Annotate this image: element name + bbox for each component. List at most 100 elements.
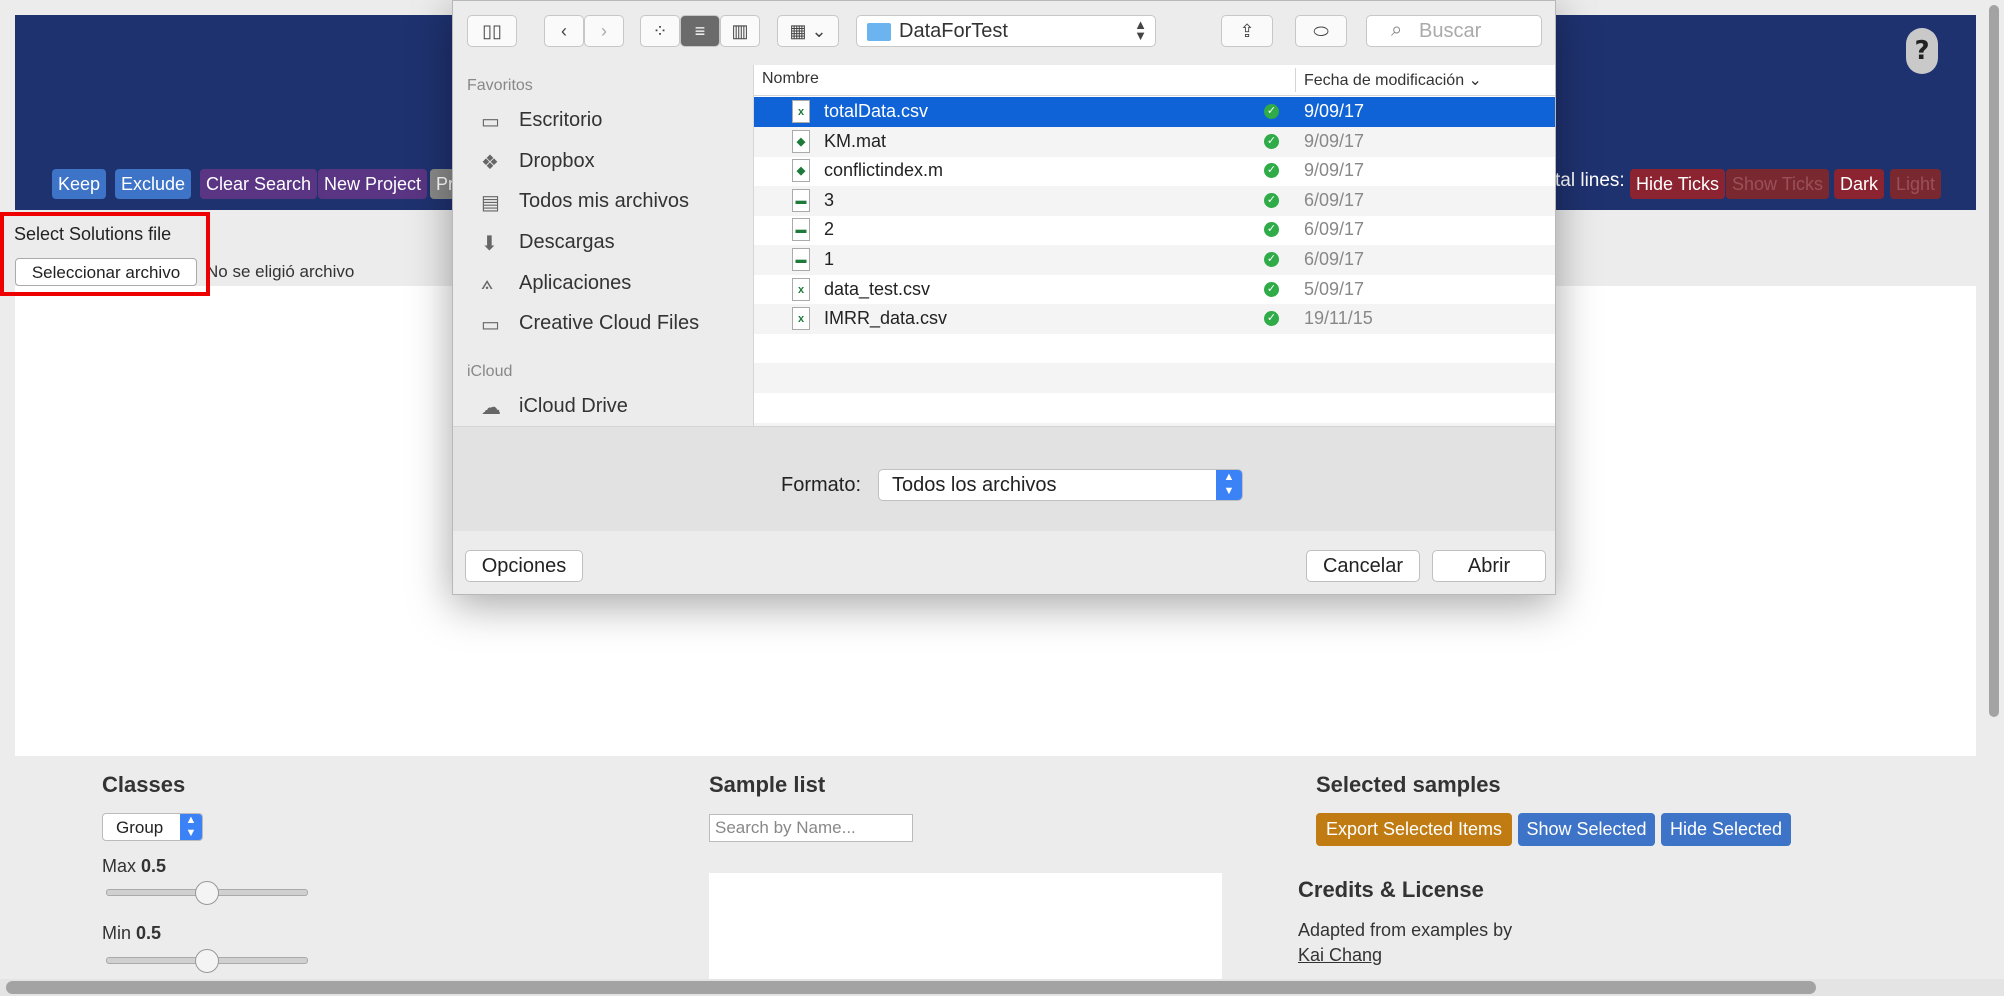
list-view-icon[interactable]: ≡: [680, 15, 720, 47]
max-value: 0.5: [141, 856, 167, 876]
forward-icon[interactable]: ›: [584, 15, 624, 47]
sample-list-box: [709, 873, 1222, 983]
synced-check-icon: ✓: [1264, 163, 1279, 179]
file-row[interactable]: x data_test.csv ✓ 5/09/17: [754, 275, 1555, 305]
favorites-header: Favoritos: [467, 77, 533, 94]
sidebar-item-icloud-drive[interactable]: ☁ iCloud Drive: [481, 395, 628, 425]
search-icon: ⌕: [1391, 19, 1403, 41]
empty-row: [754, 363, 1555, 394]
file-name: totalData.csv: [824, 101, 929, 121]
file-date: 9/09/17: [1304, 130, 1365, 151]
back-icon[interactable]: ‹: [544, 15, 584, 47]
select-arrows-icon: ▲ ▼: [180, 814, 202, 840]
column-name-header[interactable]: Nombre: [762, 70, 819, 88]
file-name: 3: [824, 189, 835, 210]
matlab-icon: ◆: [792, 129, 810, 153]
credits-text: Adapted from examples by: [1298, 920, 1513, 940]
group-select[interactable]: Group ▲ ▼: [102, 813, 203, 841]
light-button[interactable]: Light: [1890, 169, 1942, 199]
sidebar-toggle-icon[interactable]: ▯▯: [467, 15, 517, 47]
cloud-icon: ☁: [481, 397, 501, 419]
kai-chang-link[interactable]: Kai Chang: [1298, 945, 1382, 966]
all-files-icon: ▤: [481, 192, 500, 214]
format-select[interactable]: Todos los archivos ▲ ▼: [878, 469, 1243, 501]
synced-check-icon: ✓: [1264, 252, 1279, 267]
exclude-button[interactable]: Exclude: [115, 169, 192, 199]
help-button[interactable]: ?: [1906, 28, 1938, 74]
tag-icon[interactable]: ⬭: [1295, 15, 1347, 47]
sidebar-item-creative-cloud[interactable]: ▭ Creative Cloud Files: [481, 312, 699, 342]
path-label: DataForTest: [899, 20, 1008, 42]
sidebar-item-all-files[interactable]: ▤ Todos mis archivos: [481, 190, 689, 220]
file-row[interactable]: x totalData.csv ✓ 9/09/17: [754, 97, 1555, 127]
sample-search-input[interactable]: Search by Name...: [709, 814, 913, 842]
keep-button[interactable]: Keep: [52, 169, 107, 199]
show-selected-button[interactable]: Show Selected: [1518, 813, 1655, 846]
file-name: KM.mat: [824, 130, 887, 151]
synced-check-icon: ✓: [1264, 104, 1279, 119]
column-date-header[interactable]: Fecha de modificación ⌄: [1304, 70, 1482, 90]
options-button[interactable]: Opciones: [465, 550, 583, 582]
sidebar-item-desktop[interactable]: ▭ Escritorio: [481, 109, 602, 139]
synced-check-icon: ✓: [1264, 281, 1279, 297]
applications-icon: ⟑: [481, 272, 494, 294]
dark-button[interactable]: Dark: [1834, 169, 1885, 199]
min-slider-thumb[interactable]: [195, 949, 219, 973]
export-selected-button[interactable]: Export Selected Items: [1316, 813, 1512, 846]
clear-search-button[interactable]: Clear Search: [200, 169, 318, 199]
file-date: 5/09/17: [1304, 278, 1365, 299]
file-row[interactable]: ◆ KM.mat ✓ 9/09/17: [754, 126, 1555, 157]
horizontal-scroll-thumb[interactable]: [6, 981, 1816, 994]
selected-samples-title: Selected samples: [1316, 772, 1501, 797]
new-project-button[interactable]: New Project: [318, 169, 428, 199]
dialog-sidebar: Favoritos ▭ Escritorio ❖ Dropbox ▤ Todos…: [453, 65, 754, 426]
empty-row: [754, 334, 1555, 364]
file-name: 1: [824, 249, 835, 269]
show-ticks-button[interactable]: Show Ticks: [1726, 169, 1830, 199]
min-label: Min 0.5: [102, 923, 162, 943]
chevron-updown-icon: ▲ ▼: [1134, 17, 1147, 43]
file-name: data_test.csv: [824, 278, 931, 299]
column-separator: [1295, 68, 1296, 92]
file-row[interactable]: ▬ 1 ✓ 6/09/17: [754, 245, 1555, 275]
file-date: 6/09/17: [1304, 219, 1365, 240]
file-date: 19/11/15: [1304, 308, 1373, 329]
sidebar-item-applications[interactable]: ⟑ Aplicaciones: [481, 272, 631, 302]
icon-view-icon[interactable]: ⁘: [640, 15, 680, 47]
chevron-down-icon: ⌄: [1468, 72, 1482, 89]
file-name: IMRR_data.csv: [824, 308, 948, 329]
share-icon[interactable]: ⇪: [1221, 15, 1273, 47]
file-date: 6/09/17: [1304, 249, 1365, 269]
open-button[interactable]: Abrir: [1432, 550, 1546, 582]
path-popup[interactable]: DataForTest ▲ ▼: [856, 15, 1156, 47]
sample-list-title: Sample list: [709, 772, 826, 797]
file-name: conflictindex.m: [824, 160, 944, 181]
max-slider-thumb[interactable]: [195, 881, 219, 905]
min-value: 0.5: [136, 923, 162, 943]
hide-ticks-button[interactable]: Hide Ticks: [1630, 169, 1726, 199]
downloads-icon: ⬇: [481, 233, 498, 255]
sidebar-item-dropbox[interactable]: ❖ Dropbox: [481, 150, 595, 180]
dialog-search-input[interactable]: ⌕ Buscar: [1366, 15, 1542, 47]
column-view-icon[interactable]: ▥: [720, 15, 760, 47]
arrange-menu-icon[interactable]: ▦ ⌄: [777, 15, 839, 47]
classes-title: Classes: [102, 772, 186, 797]
cancel-button[interactable]: Cancelar: [1306, 550, 1420, 582]
synced-check-icon: ✓: [1264, 311, 1279, 327]
hide-selected-button[interactable]: Hide Selected: [1661, 813, 1791, 846]
synced-check-icon: ✓: [1264, 192, 1279, 208]
file-row[interactable]: ◆ conflictindex.m ✓ 9/09/17: [754, 156, 1555, 186]
dialog-toolbar: ▯▯ ‹ › ⁘ ≡ ▥ ▦ ⌄ DataForTest ▲ ▼ ⇪ ⬭ ⌕ Bu…: [453, 1, 1555, 66]
select-arrows-icon: ▲ ▼: [1216, 470, 1242, 500]
csv-icon: x: [792, 100, 810, 123]
sidebar-item-downloads[interactable]: ⬇ Descargas: [481, 231, 615, 261]
vertical-scroll-thumb[interactable]: [1989, 5, 1999, 717]
image-icon: ▬: [792, 188, 810, 212]
desktop-icon: ▭: [481, 111, 500, 133]
file-row[interactable]: x IMRR_data.csv ✓ 19/11/15: [754, 304, 1555, 335]
file-name: 2: [824, 219, 835, 240]
format-select-value: Todos los archivos: [892, 474, 1057, 496]
file-row[interactable]: ▬ 2 ✓ 6/09/17: [754, 215, 1555, 245]
credits-title: Credits & License: [1298, 877, 1484, 902]
file-row[interactable]: ▬ 3 ✓ 6/09/17: [754, 185, 1555, 216]
